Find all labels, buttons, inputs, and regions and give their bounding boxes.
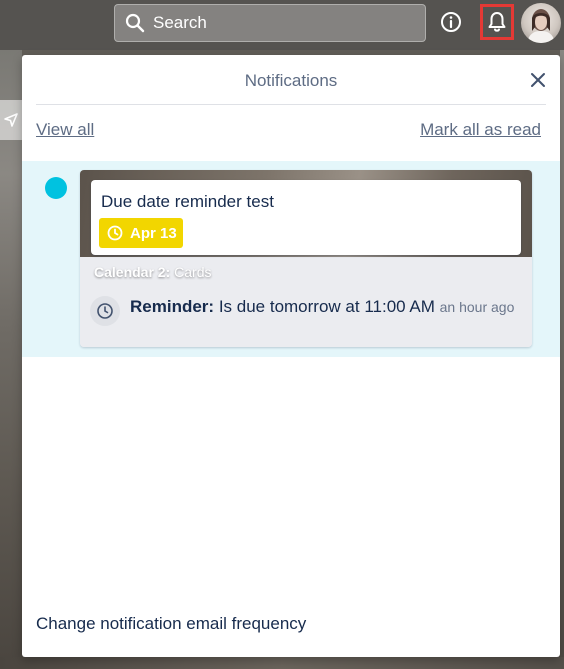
divider — [36, 104, 546, 105]
avatar[interactable] — [521, 3, 561, 43]
mark-all-read-link[interactable]: Mark all as read — [420, 120, 541, 140]
reminder-clock-icon — [90, 296, 120, 326]
notification-card[interactable]: Due date reminder test Apr 13 Calendar 2… — [80, 170, 532, 347]
list-name: Cards — [174, 264, 212, 280]
search-icon — [125, 13, 145, 33]
clock-icon — [97, 303, 113, 319]
card-title: Due date reminder test — [101, 192, 274, 211]
due-date-text: Apr 13 — [130, 224, 177, 242]
search-placeholder: Search — [153, 13, 207, 32]
due-date-badge: Apr 13 — [99, 218, 183, 248]
board-list-line[interactable]: Calendar 2: Cards — [94, 264, 212, 280]
send-icon — [4, 113, 18, 127]
unread-indicator[interactable] — [45, 177, 67, 199]
send-button[interactable] — [0, 100, 22, 140]
close-button[interactable] — [528, 70, 548, 90]
reminder-section: Reminder: Is due tomorrow at 11:00 AM an… — [80, 286, 532, 347]
panel-title: Notifications — [244, 71, 338, 90]
view-all-link[interactable]: View all — [36, 120, 94, 140]
notifications-button[interactable] — [480, 4, 514, 40]
top-bar: Search — [0, 0, 564, 50]
clock-icon — [107, 225, 123, 241]
reminder-label: Reminder: — [130, 297, 215, 316]
notification-item[interactable]: Due date reminder test Apr 13 Calendar 2… — [22, 161, 560, 357]
reminder-message: Is due tomorrow at 11:00 AM — [218, 297, 435, 316]
info-icon — [441, 12, 461, 32]
reminder-time-ago: an hour ago — [439, 299, 515, 315]
search-input[interactable]: Search — [114, 4, 426, 42]
bell-icon — [488, 12, 506, 32]
background-left — [0, 50, 22, 669]
email-frequency-link[interactable]: Change notification email frequency — [36, 614, 306, 634]
board-name: Calendar 2: — [94, 264, 171, 280]
background-bottom — [0, 657, 564, 669]
background-right — [560, 50, 564, 669]
reminder-text: Reminder: Is due tomorrow at 11:00 AM an… — [130, 296, 520, 318]
close-icon — [531, 73, 545, 87]
card-preview[interactable]: Due date reminder test Apr 13 — [91, 180, 521, 255]
info-button[interactable] — [439, 10, 463, 34]
avatar-image — [527, 9, 555, 43]
notifications-panel: Notifications View all Mark all as read … — [22, 55, 560, 657]
